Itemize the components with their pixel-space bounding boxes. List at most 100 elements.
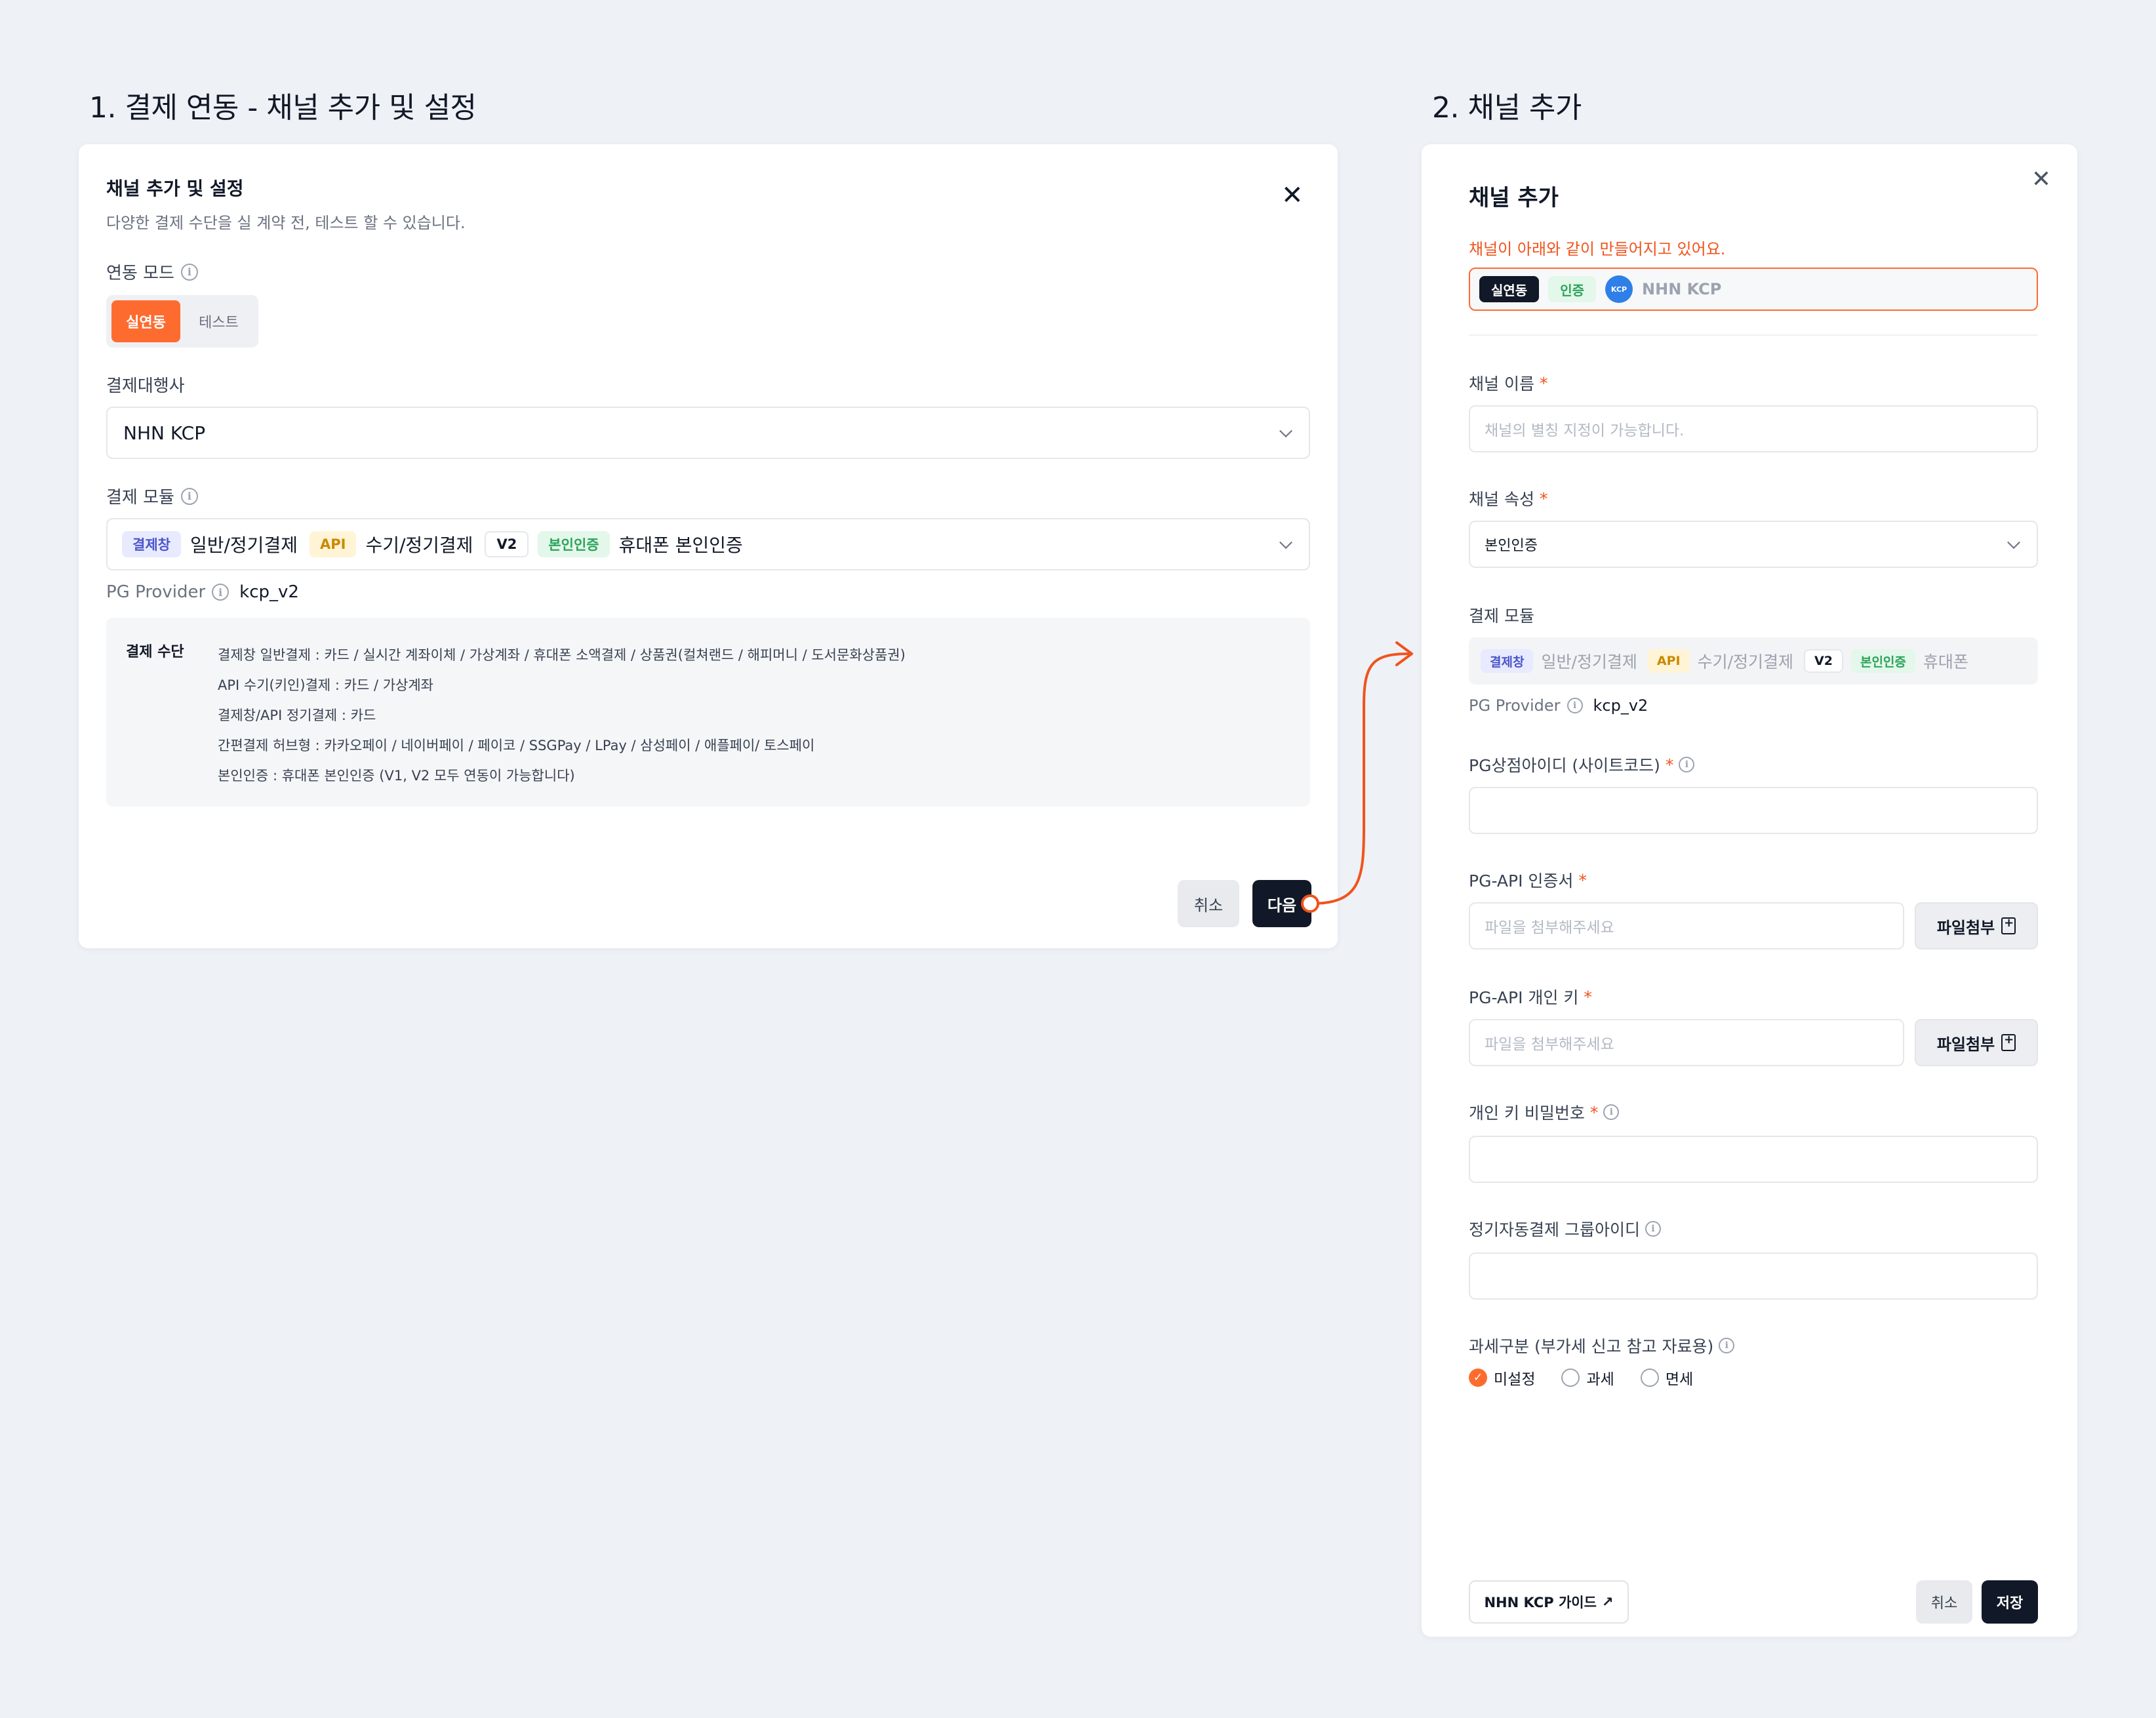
cert-file-input[interactable]: 파일을 첨부해주세요: [1469, 902, 1904, 949]
payment-method-item: 간편결제 허브형 : 카카오페이 / 네이버페이 / 페이코 / SSGPay …: [218, 738, 815, 753]
tax-radio-group: ✓ 미설정 과세 면세: [1469, 1367, 1693, 1389]
channel-name-label-text: 채널 이름: [1469, 374, 1534, 393]
group-id-label-text: 정기자동결제 그룹아이디: [1469, 1220, 1640, 1239]
pg-provider-label: PG Provider: [106, 582, 206, 602]
key-password-label: 개인 키 비밀번호 * i: [1469, 1100, 1620, 1124]
preview-mode-badge: 실연동: [1479, 276, 1540, 302]
next-button[interactable]: 다음: [1252, 880, 1311, 927]
close-icon[interactable]: ✕: [2031, 168, 2051, 191]
preview-notice: 채널이 아래와 같이 만들어지고 있어요.: [1469, 240, 1726, 258]
pg-select-value: NHN KCP: [123, 422, 206, 444]
payment-methods-box: 결제 수단 결제창 일반결제 : 카드 / 실시간 계좌이체 / 가상계좌 / …: [106, 618, 1310, 807]
mode-toggle: 실연동 테스트: [106, 295, 258, 348]
guide-button-label: NHN KCP 가이드: [1484, 1595, 1597, 1610]
info-icon[interactable]: i: [180, 487, 198, 505]
module-tag-window: 결제창: [1481, 649, 1534, 673]
chevron-down-icon: [2007, 536, 2020, 549]
file-add-icon: [2001, 1033, 2016, 1051]
close-icon[interactable]: ✕: [1281, 182, 1304, 209]
module-tag-version: V2: [485, 531, 529, 557]
site-code-input[interactable]: [1469, 787, 2038, 834]
save-button[interactable]: 저장: [1982, 1580, 2038, 1624]
required-mark: *: [1578, 870, 1587, 890]
kcp-guide-button[interactable]: NHN KCP 가이드 ↗: [1469, 1580, 1629, 1624]
site-code-label: PG상점아이디 (사이트코드) * i: [1469, 753, 1695, 776]
tax-option-label: 미설정: [1494, 1371, 1536, 1388]
info-icon[interactable]: i: [1567, 698, 1583, 713]
attach-button-label: 파일첨부: [1936, 918, 1995, 937]
modal-title: 채널 추가 및 설정: [106, 178, 244, 199]
module-tag-window-text: 일반/정기결제: [1541, 652, 1637, 671]
kcp-logo-icon: KCP: [1605, 275, 1633, 303]
required-mark: *: [1584, 987, 1592, 1007]
tax-option-unset[interactable]: ✓ 미설정: [1469, 1367, 1535, 1389]
channel-attr-select[interactable]: 본인인증: [1469, 521, 2038, 568]
section-title-step2: 2. 채널 추가: [1432, 91, 1582, 125]
tax-option-exempt[interactable]: 면세: [1640, 1367, 1693, 1389]
chevron-down-icon: [1279, 424, 1292, 438]
divider: [1469, 334, 2038, 336]
cancel-button[interactable]: 취소: [1916, 1580, 1972, 1624]
module-select[interactable]: 결제창 일반/정기결제 API 수기/정기결제 V2 본인인증 휴대폰 본인인증: [106, 518, 1310, 570]
payment-methods-heading: 결제 수단: [126, 644, 184, 660]
channel-attr-label: 채널 속성 *: [1469, 487, 1547, 510]
info-icon[interactable]: i: [1603, 1104, 1620, 1120]
module-tag-api-text: 수기/정기결제: [1697, 652, 1794, 671]
private-key-label: PG-API 개인 키 *: [1469, 985, 1592, 1009]
private-key-label-text: PG-API 개인 키: [1469, 988, 1579, 1007]
info-icon[interactable]: i: [180, 263, 198, 281]
payment-method-item: API 수기(키인)결제 : 카드 / 가상계좌: [218, 677, 433, 693]
pg-select[interactable]: NHN KCP: [106, 407, 1310, 459]
module-tag-version: V2: [1804, 649, 1843, 673]
private-key-attach-button[interactable]: 파일첨부: [1915, 1019, 2038, 1066]
radio-icon: [1561, 1368, 1580, 1387]
preview-type-badge: 인증: [1548, 276, 1597, 302]
channel-preview: 실연동 인증 KCP NHN KCP: [1469, 268, 2038, 311]
module-tag-window-text: 일반/정기결제: [190, 534, 298, 556]
chevron-down-icon: [1279, 536, 1292, 549]
info-icon[interactable]: i: [1645, 1221, 1661, 1237]
pg-provider-label: PG Provider: [1469, 696, 1561, 715]
key-password-input[interactable]: [1469, 1136, 2038, 1183]
info-icon[interactable]: i: [1679, 757, 1695, 772]
tax-option-label: 과세: [1586, 1371, 1614, 1388]
tax-label-text: 과세구분 (부가세 신고 참고 자료용): [1469, 1337, 1714, 1356]
info-icon[interactable]: i: [1719, 1338, 1735, 1353]
cancel-button[interactable]: 취소: [1178, 880, 1239, 927]
payment-method-item: 결제창/API 정기결제 : 카드: [218, 708, 376, 723]
channel-attr-value: 본인인증: [1485, 538, 1538, 554]
cert-attach-button[interactable]: 파일첨부: [1915, 902, 2038, 949]
check-icon: ✓: [1469, 1368, 1487, 1387]
info-icon[interactable]: i: [212, 584, 230, 601]
tax-label: 과세구분 (부가세 신고 참고 자료용) i: [1469, 1334, 1735, 1357]
site-code-label-text: PG상점아이디 (사이트코드): [1469, 756, 1660, 775]
tax-option-taxable[interactable]: 과세: [1561, 1367, 1614, 1389]
group-id-input[interactable]: [1469, 1252, 2038, 1300]
channel-attr-label-text: 채널 속성: [1469, 490, 1534, 509]
module-select[interactable]: 결제창 일반/정기결제 API 수기/정기결제 V2 본인인증 휴대폰: [1469, 637, 2038, 685]
attach-button-label: 파일첨부: [1936, 1035, 1995, 1054]
payment-method-item: 결제창 일반결제 : 카드 / 실시간 계좌이체 / 가상계좌 / 휴대폰 소액…: [218, 647, 906, 663]
mode-option-live[interactable]: 실연동: [111, 300, 180, 342]
channel-name-input[interactable]: 채널의 별칭 지정이 가능합니다.: [1469, 405, 2038, 452]
section-title-step1: 1. 결제 연동 - 채널 추가 및 설정: [89, 91, 477, 125]
file-add-icon: [2001, 916, 2016, 934]
module-tag-api: API: [1647, 649, 1690, 673]
add-channel-panel: 채널 추가 ✕ 채널이 아래와 같이 만들어지고 있어요. 실연동 인증 KCP…: [1422, 144, 2077, 1637]
required-mark: *: [1539, 489, 1548, 508]
pg-provider-value: kcp_v2: [1593, 696, 1648, 715]
mode-label: 연동 모드 i: [106, 260, 198, 284]
channel-name-label: 채널 이름 *: [1469, 371, 1547, 395]
module-tag-auth: 본인인증: [1850, 649, 1915, 673]
required-mark: *: [1539, 373, 1548, 393]
cert-label-text: PG-API 인증서: [1469, 871, 1574, 890]
payment-methods-list: 결제창 일반결제 : 카드 / 실시간 계좌이체 / 가상계좌 / 휴대폰 소액…: [218, 640, 906, 791]
mode-option-test[interactable]: 테스트: [184, 300, 253, 342]
private-key-file-input[interactable]: 파일을 첨부해주세요: [1469, 1019, 1904, 1066]
module-label-text: 결제 모듈: [106, 488, 174, 508]
pg-label: 결제대행사: [106, 376, 185, 396]
panel-title: 채널 추가: [1469, 185, 1559, 211]
modal-subtitle: 다양한 결제 수단을 실 계약 전, 테스트 할 수 있습니다.: [106, 214, 466, 232]
key-password-label-text: 개인 키 비밀번호: [1469, 1104, 1585, 1123]
radio-icon: [1640, 1368, 1659, 1387]
